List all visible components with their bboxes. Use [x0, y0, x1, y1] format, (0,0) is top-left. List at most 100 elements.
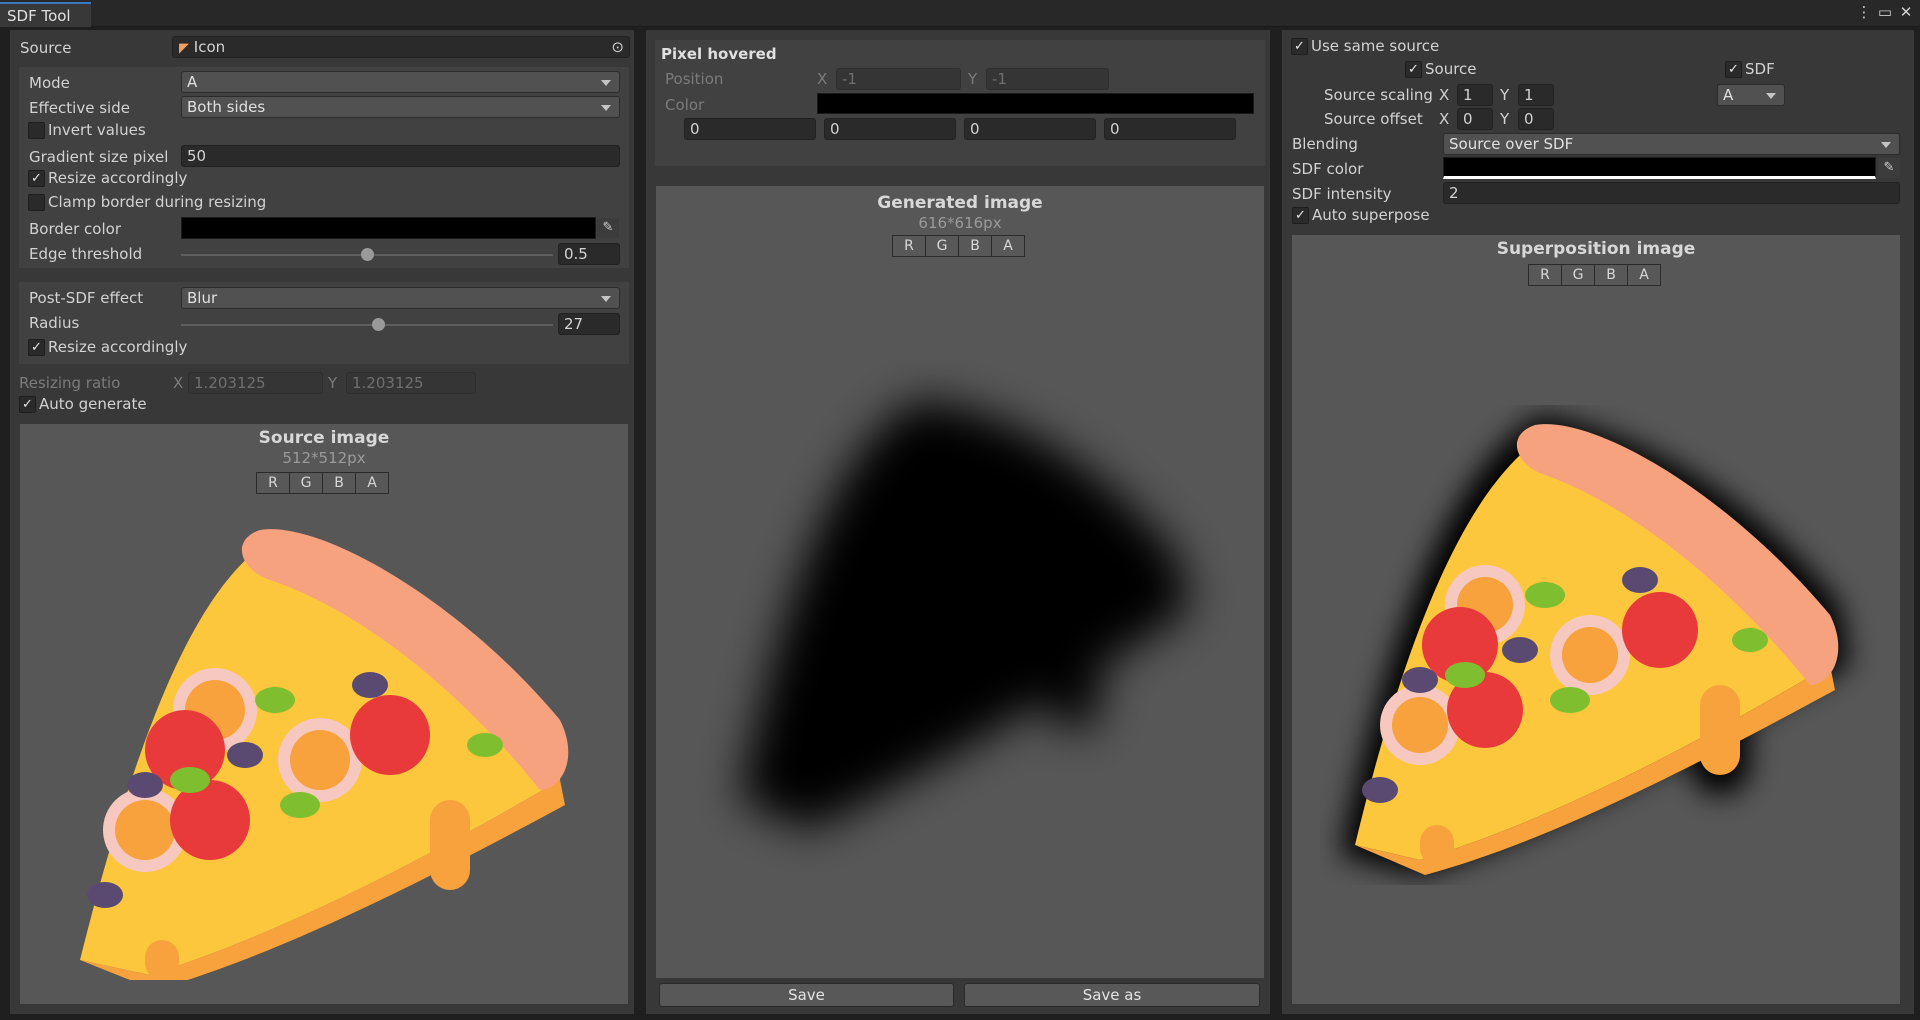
post-sdf-dropdown[interactable]: Blur	[181, 287, 620, 309]
channel-a-toggle[interactable]: A	[1628, 265, 1660, 285]
pixel-hovered-title: Pixel hovered	[661, 45, 777, 63]
channel-g-toggle[interactable]: G	[926, 236, 959, 256]
offset-y-input[interactable]: 0	[1518, 108, 1554, 130]
chevron-down-icon	[1881, 142, 1891, 148]
mode-label: Mode	[29, 74, 70, 92]
position-x-input: -1	[836, 68, 961, 90]
invert-values-label: Invert values	[48, 121, 146, 139]
radius-input[interactable]: 27	[558, 313, 620, 335]
edge-threshold-input[interactable]: 0.5	[558, 243, 620, 265]
offset-y-label: Y	[1500, 110, 1510, 128]
sdf-intensity-input[interactable]: 2	[1443, 182, 1900, 204]
blurred-sdf-shape	[740, 400, 1190, 830]
pizza-slice-illustration	[1355, 424, 1839, 875]
kebab-menu-icon[interactable]: ⋮	[1855, 3, 1873, 21]
source-pizza-image	[80, 529, 569, 980]
generated-image-title: Generated image	[877, 193, 1043, 213]
save-as-button[interactable]: Save as	[964, 983, 1260, 1007]
position-x-label: X	[817, 70, 828, 88]
use-same-source-label: Use same source	[1311, 37, 1440, 55]
effective-side-dropdown[interactable]: Both sides	[181, 96, 620, 118]
auto-superpose-label: Auto superpose	[1312, 206, 1430, 224]
resize-accordingly-checkbox[interactable]: ✓	[28, 170, 45, 187]
chevron-down-icon	[601, 105, 611, 111]
source-image-size: 512*512px	[282, 449, 366, 467]
channel-r-toggle[interactable]: R	[1529, 265, 1562, 285]
source-checkbox[interactable]: ✓	[1405, 61, 1422, 78]
radius-slider[interactable]	[181, 324, 553, 326]
blending-value: Source over SDF	[1449, 135, 1574, 153]
eyedropper-icon[interactable]: ✎	[1878, 158, 1900, 178]
source-channel-toggles: R G B A	[256, 472, 389, 494]
scaling-x-input[interactable]: 1	[1457, 84, 1493, 106]
channel-g-toggle[interactable]: G	[1562, 265, 1595, 285]
clamp-border-checkbox[interactable]	[28, 194, 45, 211]
title-bar	[0, 0, 1920, 27]
scaling-y-input[interactable]: 1	[1518, 84, 1554, 106]
border-color-swatch[interactable]	[181, 217, 596, 239]
resize-accordingly-label: Resize accordingly	[48, 169, 188, 187]
save-button[interactable]: Save	[659, 983, 954, 1007]
window-tab[interactable]: SDF Tool	[0, 2, 91, 27]
generated-image-size: 616*616px	[918, 214, 1002, 232]
channel-b-toggle[interactable]: B	[959, 236, 992, 256]
offset-x-label: X	[1439, 110, 1450, 128]
channel-r-toggle[interactable]: R	[893, 236, 926, 256]
source-toggle-label: Source	[1425, 60, 1477, 78]
close-icon[interactable]: ✕	[1897, 3, 1915, 21]
blending-dropdown[interactable]: Source over SDF	[1443, 133, 1900, 155]
chevron-down-icon	[601, 80, 611, 86]
color-value-g: 0	[824, 118, 956, 140]
ratio-y-label: Y	[328, 374, 338, 392]
color-label: Color	[665, 96, 705, 114]
object-picker-icon[interactable]: ⊙	[611, 37, 624, 57]
gradient-size-input[interactable]: 50	[181, 145, 620, 167]
channel-select-value: A	[1723, 86, 1734, 104]
mode-dropdown[interactable]: A	[181, 71, 620, 93]
color-value-a: 0	[1104, 118, 1236, 140]
color-value-b: 0	[964, 118, 1096, 140]
channel-b-toggle[interactable]: B	[323, 473, 356, 493]
post-sdf-value: Blur	[187, 289, 218, 307]
channel-r-toggle[interactable]: R	[257, 473, 290, 493]
channel-select-dropdown[interactable]: A	[1717, 84, 1785, 106]
sdf-color-swatch[interactable]	[1443, 157, 1876, 179]
position-y-input: -1	[986, 68, 1109, 90]
use-same-source-checkbox[interactable]: ✓	[1291, 38, 1308, 55]
channel-a-toggle[interactable]: A	[356, 473, 388, 493]
chevron-down-icon	[601, 296, 611, 302]
channel-a-toggle[interactable]: A	[992, 236, 1024, 256]
blending-label: Blending	[1292, 135, 1358, 153]
post-sdf-label: Post-SDF effect	[29, 289, 144, 307]
source-offset-label: Source offset	[1324, 110, 1423, 128]
ratio-x-input: 1.203125	[188, 372, 323, 394]
channel-b-toggle[interactable]: B	[1595, 265, 1628, 285]
sdf-intensity-label: SDF intensity	[1292, 185, 1392, 203]
offset-x-input[interactable]: 0	[1457, 108, 1493, 130]
gradient-size-label: Gradient size pixel	[29, 148, 169, 166]
source-scaling-label: Source scaling	[1324, 86, 1433, 104]
channel-g-toggle[interactable]: G	[290, 473, 323, 493]
sdf-checkbox[interactable]: ✓	[1725, 61, 1742, 78]
pizza-slice-illustration	[80, 529, 569, 980]
effective-side-value: Both sides	[187, 98, 266, 116]
superposition-pizza-image	[1340, 415, 1850, 875]
resizing-ratio-label: Resizing ratio	[19, 374, 121, 392]
auto-generate-checkbox[interactable]: ✓	[19, 396, 36, 413]
color-value-r: 0	[684, 118, 816, 140]
ratio-y-input: 1.203125	[346, 372, 476, 394]
sdf-toggle-label: SDF	[1745, 60, 1775, 78]
position-label: Position	[665, 70, 724, 88]
post-resize-checkbox[interactable]: ✓	[28, 339, 45, 356]
superposition-channel-toggles: R G B A	[1528, 264, 1661, 286]
edge-threshold-slider-thumb[interactable]	[361, 248, 374, 261]
source-image-title: Source image	[258, 428, 390, 448]
effective-side-label: Effective side	[29, 99, 130, 117]
eyedropper-icon[interactable]: ✎	[597, 218, 619, 238]
invert-values-checkbox[interactable]	[28, 122, 45, 139]
sdf-color-label: SDF color	[1292, 160, 1364, 178]
source-object-field[interactable]: ◤ Icon ⊙	[172, 36, 630, 58]
scaling-y-label: Y	[1500, 86, 1510, 104]
maximize-icon[interactable]: ▭	[1876, 3, 1894, 21]
auto-superpose-checkbox[interactable]: ✓	[1292, 207, 1309, 224]
